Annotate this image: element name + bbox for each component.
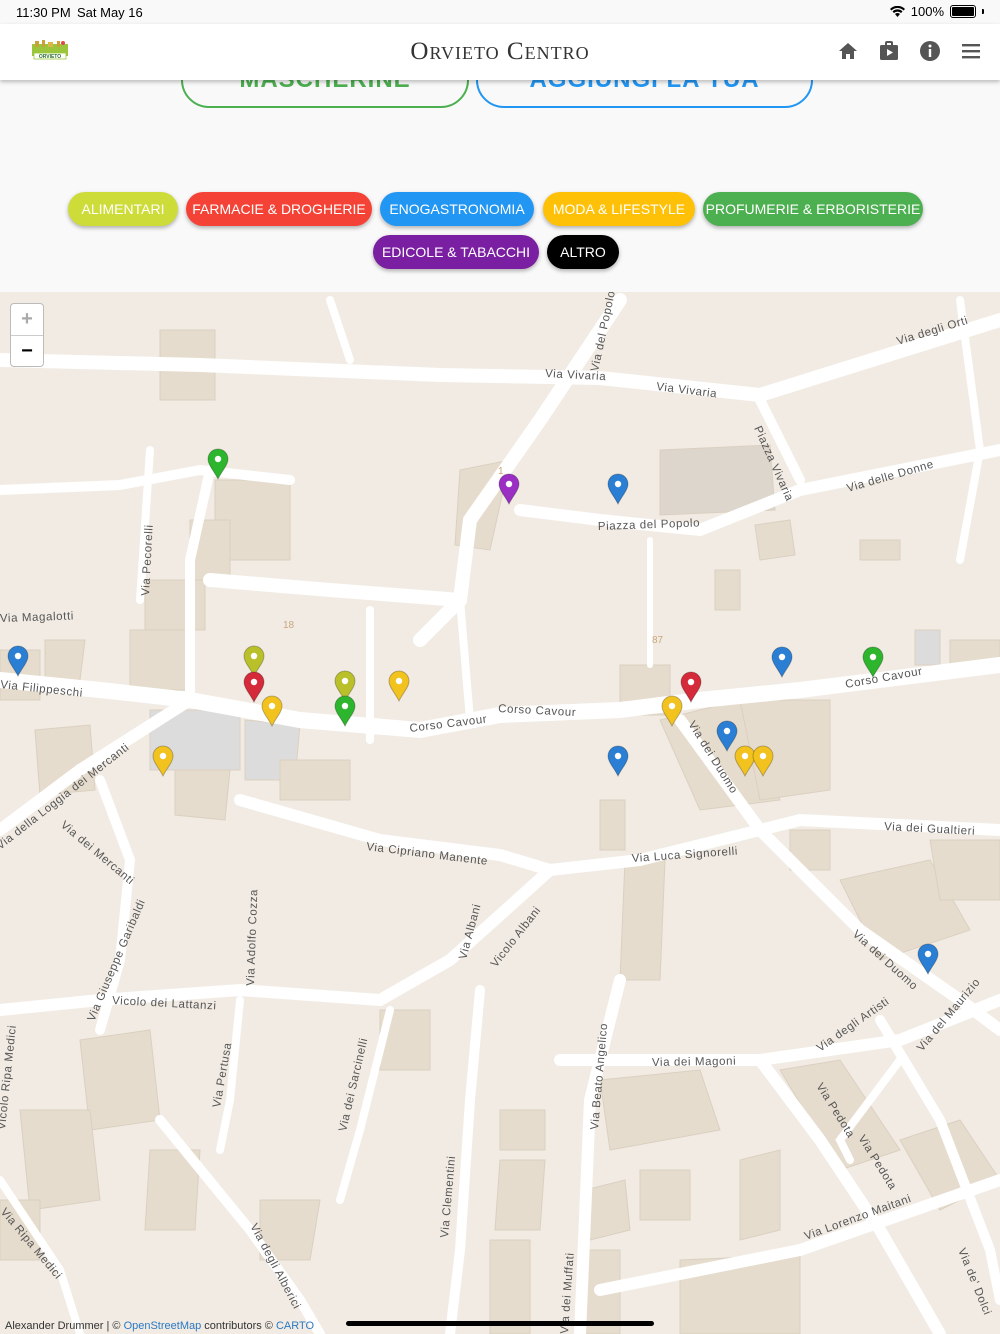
filter-farmacie[interactable]: FARMACIE & DROGHERIE	[186, 192, 372, 226]
map-marker-red[interactable]	[243, 671, 265, 704]
app-header: ORVIETO Orvieto Centro	[0, 24, 1000, 80]
map-marker-dot	[395, 677, 403, 685]
carto-link[interactable]: CARTO	[276, 1320, 314, 1332]
status-date: Sat May 16	[77, 5, 143, 20]
map-marker-blue[interactable]	[607, 473, 629, 506]
attribution-author: Alexander Drummer | ©	[5, 1320, 124, 1332]
map-marker-dot	[759, 752, 767, 760]
map-marker-dot	[159, 752, 167, 760]
map[interactable]: Via Vivaria Via Vivaria Via degli Orti V…	[0, 292, 1000, 1334]
home-indicator	[346, 1321, 654, 1326]
map-canvas: Via Vivaria Via Vivaria Via degli Orti V…	[0, 292, 1000, 1334]
home-icon[interactable]	[837, 40, 859, 62]
zoom-in-button[interactable]: +	[11, 304, 43, 336]
wifi-icon	[889, 6, 905, 17]
map-marker-dot	[723, 727, 731, 735]
filter-enogastronomia[interactable]: ENOGASTRONOMIA	[380, 192, 534, 226]
map-marker-dot	[341, 702, 349, 710]
filter-edicole[interactable]: EDICOLE & TABACCHI	[373, 235, 539, 269]
map-marker-dot	[341, 677, 349, 685]
map-marker-dot	[614, 480, 622, 488]
street-label: Via Magalotti	[0, 610, 74, 625]
filter-profumerie[interactable]: PROFUMERIE & ERBORISTERIE	[703, 192, 923, 226]
filter-moda[interactable]: MODA & LIFESTYLE	[543, 192, 695, 226]
house-number: 18	[283, 620, 295, 631]
street-label: Via Adolfo Cozza	[245, 889, 260, 986]
battery-icon	[950, 5, 976, 18]
street-label: Via Clementini	[439, 1155, 458, 1238]
info-icon[interactable]	[919, 40, 941, 62]
header-nav	[837, 40, 982, 62]
map-marker-dot	[250, 678, 258, 686]
street-label: Via dei Magoni	[652, 1056, 736, 1069]
filter-alimentari[interactable]: ALIMENTARI	[68, 192, 178, 226]
map-marker-dot	[741, 752, 749, 760]
status-bar: 11:30 PM Sat May 16 100%	[0, 0, 1000, 24]
map-marker-dot	[668, 702, 676, 710]
attribution-contributors: contributors ©	[201, 1320, 276, 1332]
street-label: Via Luca Signorelli	[631, 846, 738, 865]
osm-link[interactable]: OpenStreetMap	[124, 1320, 202, 1332]
zoom-controls: + −	[10, 303, 44, 367]
filter-altro[interactable]: ALTRO	[547, 235, 619, 269]
street-label: Vicolo Ripa Medici	[0, 1024, 19, 1130]
map-marker-dot	[924, 950, 932, 958]
map-marker-dot	[614, 752, 622, 760]
map-marker-dot	[250, 652, 258, 660]
map-marker-dot	[778, 653, 786, 661]
battery-tip	[982, 9, 984, 14]
map-marker-dot	[505, 480, 513, 488]
map-marker-yellow[interactable]	[388, 670, 410, 703]
menu-icon[interactable]	[960, 40, 982, 62]
map-marker-dot	[14, 652, 22, 660]
map-marker-blue[interactable]	[771, 646, 793, 679]
map-marker-purple[interactable]	[498, 473, 520, 506]
house-number: 87	[652, 635, 664, 646]
map-marker-dot	[687, 678, 695, 686]
map-marker-dot	[869, 653, 877, 661]
status-time: 11:30 PM	[16, 5, 71, 20]
map-marker-blue[interactable]	[607, 745, 629, 778]
map-marker-yellow[interactable]	[152, 745, 174, 778]
map-marker-dot	[214, 455, 222, 463]
map-marker-dot	[268, 702, 276, 710]
zoom-out-button[interactable]: −	[11, 336, 43, 367]
status-right: 100%	[889, 4, 984, 19]
battery-percent: 100%	[910, 4, 944, 19]
video-icon[interactable]	[878, 40, 900, 62]
map-attribution: Alexander Drummer | © OpenStreetMap cont…	[5, 1320, 314, 1332]
